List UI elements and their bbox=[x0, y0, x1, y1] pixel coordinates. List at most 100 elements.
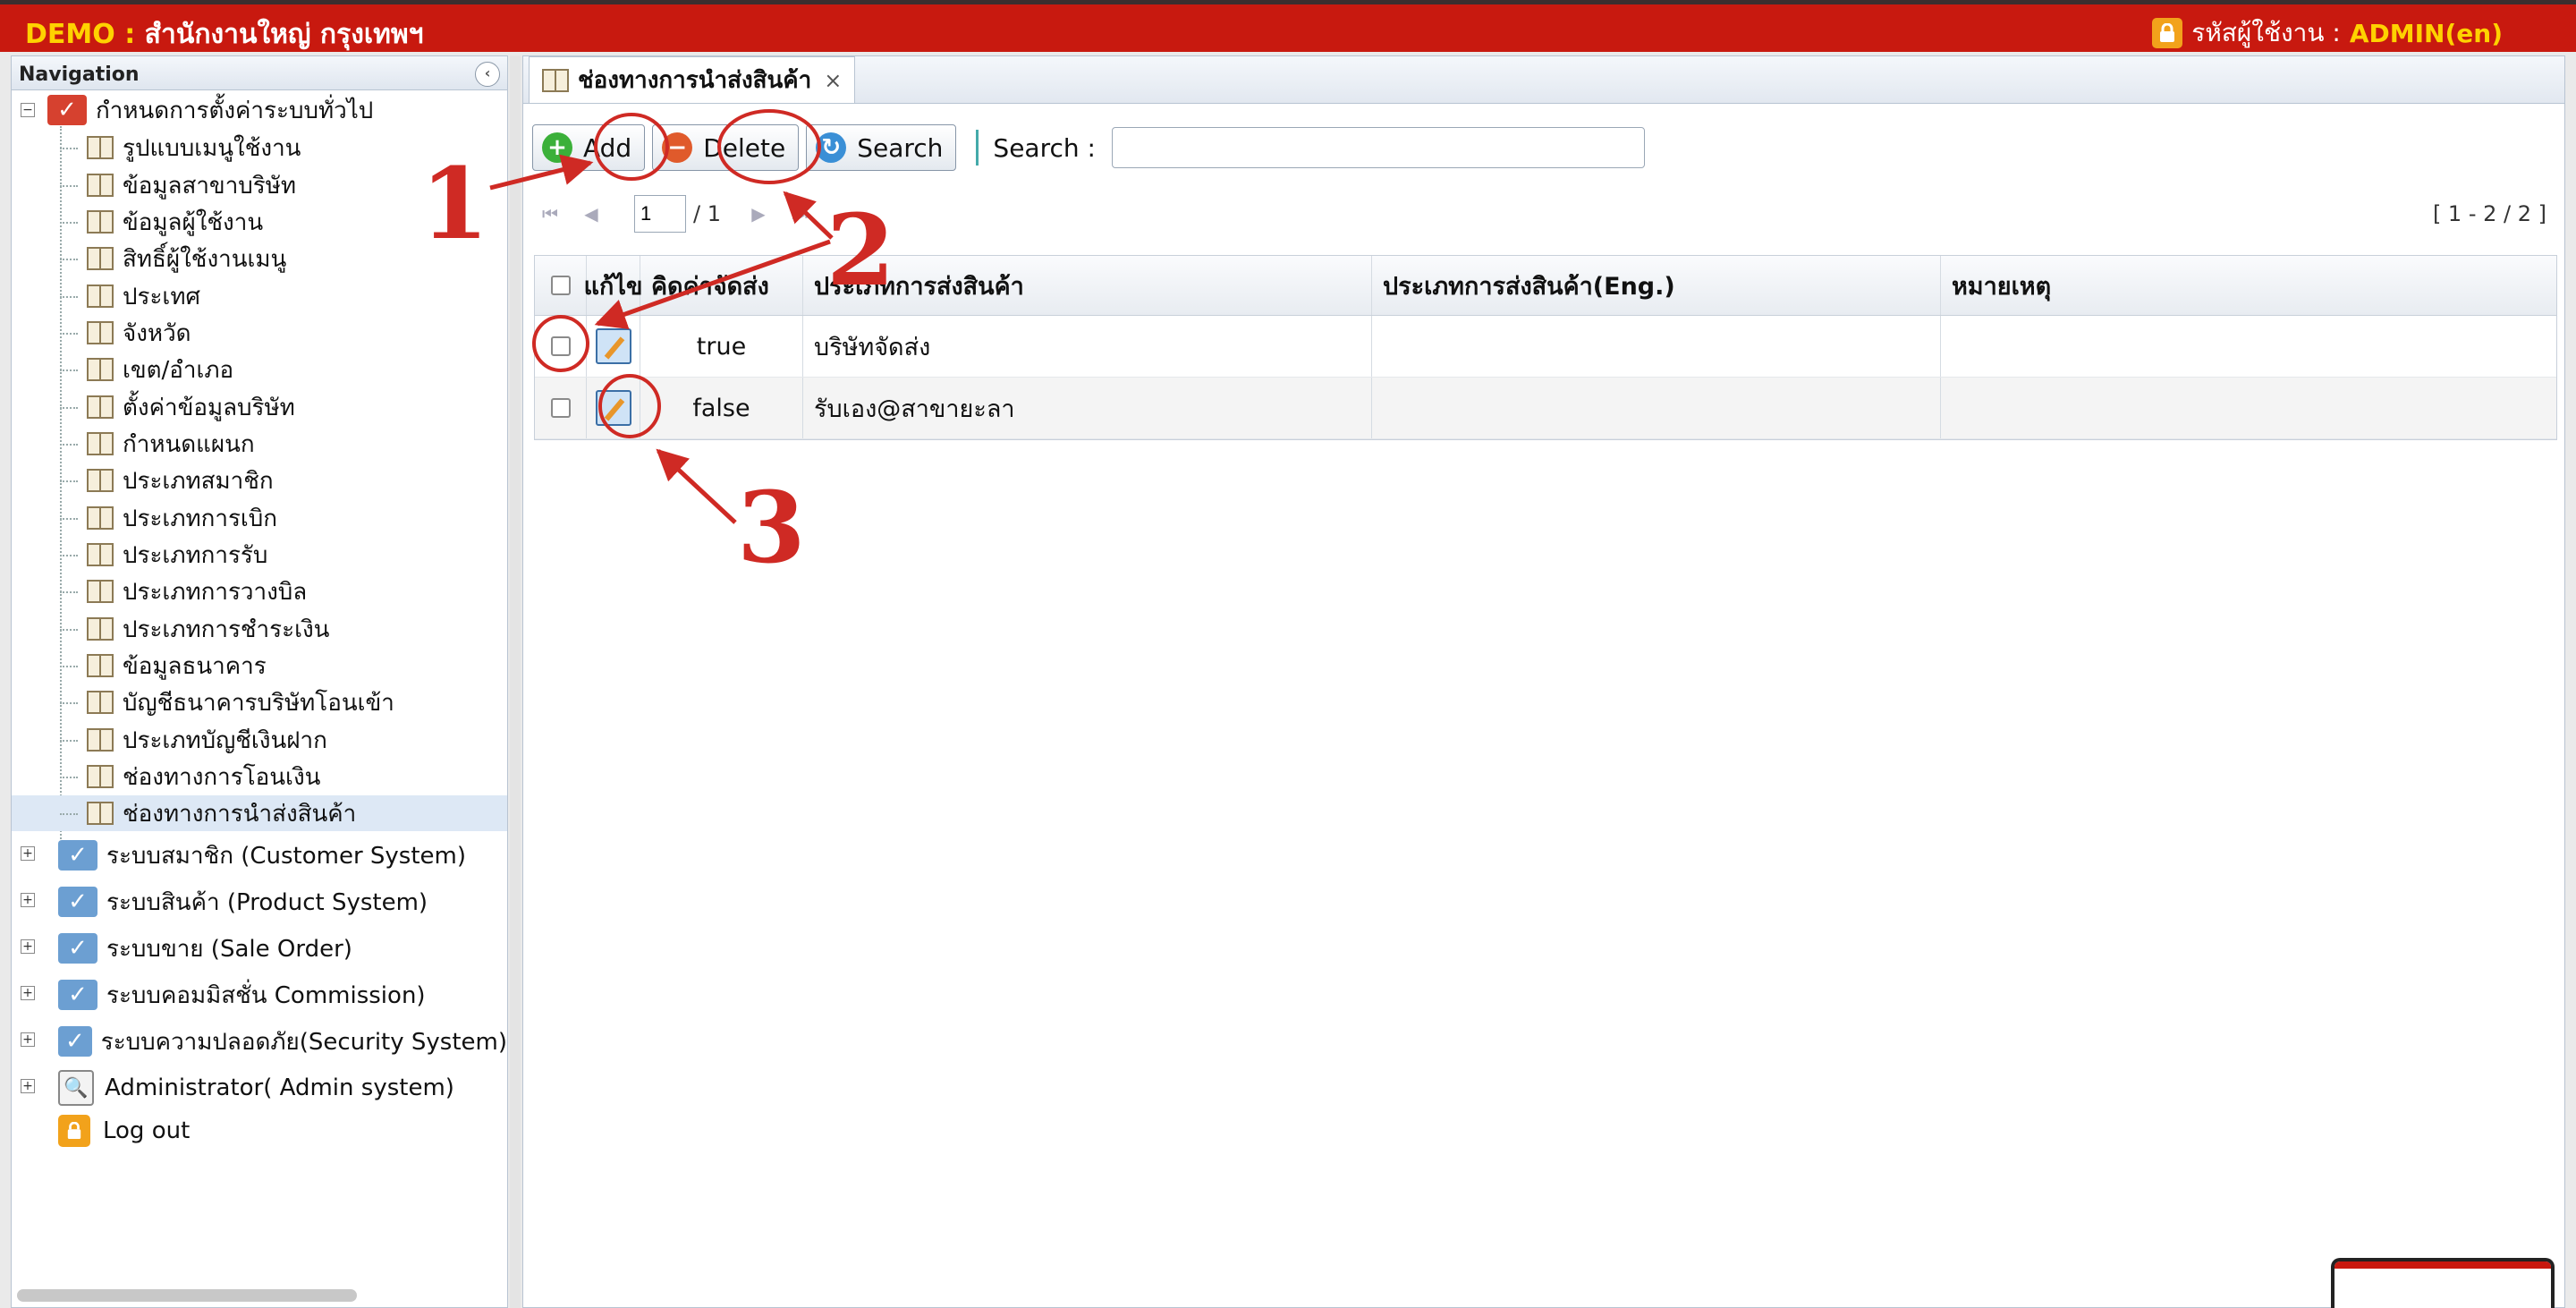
nav-group-label: ระบบคอมมิสชั่น Commission) bbox=[106, 981, 426, 1009]
nav-group-customer[interactable]: + ✓ ระบบสมาชิก (Customer System) bbox=[12, 834, 507, 877]
nav-item[interactable]: ประเทศ bbox=[12, 278, 507, 314]
expand-toggle-icon[interactable]: + bbox=[21, 893, 35, 907]
nav-item[interactable]: ข้อมูลผู้ใช้งาน bbox=[12, 204, 507, 240]
book-icon bbox=[87, 210, 114, 234]
column-header[interactable]: แก้ไข bbox=[584, 256, 642, 315]
column-header[interactable]: ประเภทการส่งสินค้า(Eng.) bbox=[1372, 256, 1941, 315]
nav-item[interactable]: เขต/อำเภอ bbox=[12, 352, 507, 387]
tab-label: ช่องทางการนำส่งสินค้า bbox=[578, 67, 812, 94]
nav-group-commission[interactable]: + ✓ ระบบคอมมิสชั่น Commission) bbox=[12, 973, 507, 1016]
nav-group-label: ระบบความปลอดภัย(Security System) bbox=[100, 1028, 507, 1056]
delivery-type-eng-cell bbox=[1372, 378, 1941, 438]
table-row[interactable]: true บริษัทจัดส่ง bbox=[535, 316, 2556, 378]
pager: ⏮ ◀ / 1 ▶ ⏭ [ 1 - 2 / 2 ] bbox=[532, 192, 2561, 235]
logout-label: Log out bbox=[103, 1117, 191, 1144]
book-icon bbox=[542, 68, 569, 92]
nav-item-label: สิทธิ์ผู้ใช้งานเมนู bbox=[123, 245, 287, 273]
screen-thumbnail bbox=[2331, 1258, 2555, 1308]
search-input[interactable] bbox=[1111, 127, 1645, 168]
table-row[interactable]: false รับเอง@สาขายะลา bbox=[535, 378, 2556, 439]
demo-label: DEMO : bbox=[25, 19, 136, 50]
navigation-panel: Navigation ‹ − ✓ กำหนดการตั้งค่าระบบทั่ว… bbox=[11, 55, 508, 1308]
nav-item-label: ช่องทางการโอนเงิน bbox=[123, 763, 321, 791]
nav-item-label: ประเภทการรับ bbox=[123, 541, 268, 569]
folder-check-icon: ✓ bbox=[58, 980, 97, 1010]
edit-icon[interactable] bbox=[595, 390, 631, 426]
folder-check-icon: ✓ bbox=[58, 840, 97, 871]
user-value: ADMIN(en) bbox=[2349, 18, 2503, 48]
nav-item[interactable]: รูปแบบเมนูใช้งาน bbox=[12, 130, 507, 166]
delete-button[interactable]: − Delete bbox=[652, 124, 800, 171]
close-icon[interactable]: × bbox=[824, 68, 842, 93]
nav-group-sale-order[interactable]: + ✓ ระบบขาย (Sale Order) bbox=[12, 927, 507, 970]
nav-item[interactable]: กำหนดแผนก bbox=[12, 426, 507, 462]
nav-header: Navigation ‹ bbox=[12, 56, 507, 90]
nav-group-admin[interactable]: + 🔍 Administrator( Admin system) bbox=[12, 1066, 507, 1109]
nav-item[interactable]: ประเภทการวางบิล bbox=[12, 573, 507, 609]
nav-item[interactable]: ประเภทบัญชีเงินฝาก bbox=[12, 722, 507, 758]
book-icon bbox=[87, 580, 114, 603]
row-checkbox[interactable] bbox=[550, 398, 571, 418]
lock-icon bbox=[2152, 18, 2183, 48]
nav-group-security[interactable]: + ✓ ระบบความปลอดภัย(Security System) bbox=[12, 1020, 507, 1063]
edit-icon[interactable] bbox=[595, 328, 631, 364]
branch-name: สำนักงานใหญ่ กรุงเทพฯ bbox=[144, 19, 424, 50]
next-page-icon[interactable]: ▶ bbox=[741, 196, 776, 232]
column-header[interactable]: หมายเหตุ bbox=[1941, 256, 2556, 315]
logout-link[interactable]: Log out bbox=[12, 1109, 507, 1152]
nav-item[interactable]: ข้อมูลธนาคาร bbox=[12, 648, 507, 684]
nav-item[interactable]: ประเภทการเบิก bbox=[12, 500, 507, 536]
folder-check-icon: ✓ bbox=[58, 933, 97, 964]
nav-item[interactable]: จังหวัด bbox=[12, 315, 507, 351]
expand-toggle-icon[interactable]: + bbox=[21, 1032, 35, 1047]
expand-toggle-icon[interactable]: + bbox=[21, 939, 35, 954]
horizontal-scrollbar[interactable] bbox=[17, 1289, 357, 1302]
nav-item-label: ช่องทางการนำส่งสินค้า bbox=[123, 800, 357, 828]
page-number-input[interactable] bbox=[634, 195, 686, 233]
book-icon bbox=[87, 506, 114, 530]
row-select-cell bbox=[535, 316, 587, 377]
tab-delivery-channel[interactable]: ช่องทางการนำส่งสินค้า × bbox=[529, 56, 856, 103]
nav-item[interactable]: ประเภทการชำระเงิน bbox=[12, 611, 507, 647]
nav-item[interactable]: ช่องทางการโอนเงิน bbox=[12, 759, 507, 794]
panel-splitter[interactable] bbox=[510, 55, 521, 1308]
tab-strip: ช่องทางการนำส่งสินค้า × bbox=[523, 56, 2564, 104]
delivery-type-cell: บริษัทจัดส่ง bbox=[803, 316, 1372, 377]
nav-item[interactable]: ข้อมูลสาขาบริษัท bbox=[12, 167, 507, 203]
book-icon bbox=[87, 543, 114, 566]
expand-toggle-icon[interactable]: + bbox=[21, 1079, 35, 1093]
nav-item-label: เขต/อำเภอ bbox=[123, 356, 234, 384]
delete-label: Delete bbox=[703, 132, 786, 163]
book-icon bbox=[87, 765, 114, 788]
nav-item[interactable]: สิทธิ์ผู้ใช้งานเมนู bbox=[12, 241, 507, 276]
nav-item[interactable]: บัญชีธนาคารบริษัทโอนเข้า bbox=[12, 684, 507, 720]
expand-toggle-icon[interactable]: + bbox=[21, 846, 35, 861]
search-button[interactable]: ↻ Search bbox=[806, 124, 957, 171]
first-page-icon[interactable]: ⏮ bbox=[532, 196, 568, 232]
select-all-checkbox[interactable] bbox=[550, 276, 571, 295]
last-page-icon[interactable]: ⏭ bbox=[782, 196, 818, 232]
select-all-cell bbox=[535, 256, 587, 315]
add-button[interactable]: + Add bbox=[532, 124, 646, 171]
folder-check-icon: ✓ bbox=[58, 1026, 92, 1057]
collapse-icon[interactable]: ‹ bbox=[475, 62, 500, 87]
nav-group-label: ระบบขาย (Sale Order) bbox=[106, 935, 352, 963]
column-header[interactable]: ประเภทการส่งสินค้า bbox=[803, 256, 1372, 315]
column-header[interactable]: คิดค่าจัดส่ง bbox=[640, 256, 803, 315]
add-label: Add bbox=[583, 132, 632, 163]
minus-icon: − bbox=[662, 132, 693, 163]
nav-item[interactable]: ประเภทสมาชิก bbox=[12, 463, 507, 498]
nav-item-label: ประเทศ bbox=[123, 283, 200, 310]
collapse-toggle-icon[interactable]: − bbox=[21, 103, 35, 117]
expand-toggle-icon[interactable]: + bbox=[21, 986, 35, 1000]
nav-item-selected[interactable]: ช่องทางการนำส่งสินค้า bbox=[12, 795, 507, 831]
tree-root-general-settings[interactable]: − ✓ กำหนดการตั้งค่าระบบทั่วไป bbox=[12, 92, 507, 128]
nav-group-product[interactable]: + ✓ ระบบสินค้า (Product System) bbox=[12, 880, 507, 923]
nav-item[interactable]: ตั้งค่าข้อมูลบริษัท bbox=[12, 389, 507, 425]
book-icon bbox=[87, 654, 114, 677]
prev-page-icon[interactable]: ◀ bbox=[573, 196, 609, 232]
main-panel: ช่องทางการนำส่งสินค้า × + Add − Delete ↻… bbox=[522, 55, 2565, 1308]
nav-item[interactable]: ประเภทการรับ bbox=[12, 537, 507, 573]
row-checkbox[interactable] bbox=[550, 336, 571, 356]
nav-item-label: รูปแบบเมนูใช้งาน bbox=[123, 134, 301, 162]
